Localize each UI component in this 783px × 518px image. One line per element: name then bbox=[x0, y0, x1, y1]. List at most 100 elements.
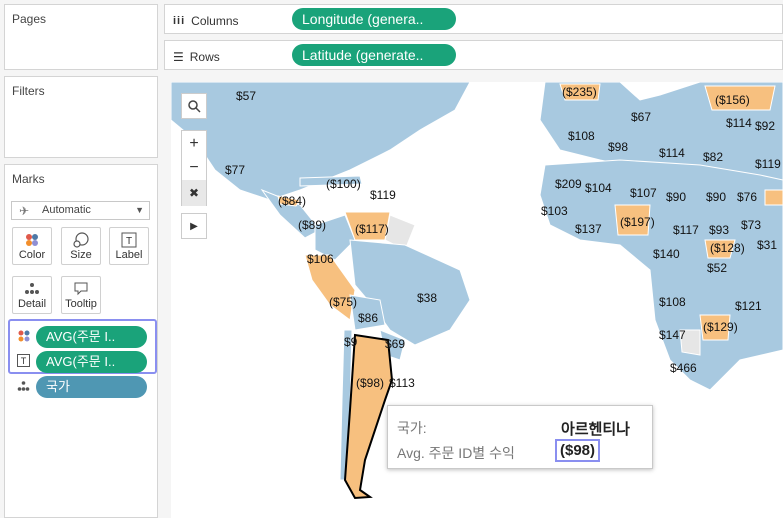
map-value-label: $107 bbox=[630, 186, 657, 200]
map-value-label: ($129) bbox=[703, 320, 738, 334]
map-value-label: $67 bbox=[631, 110, 652, 124]
size-circles-icon bbox=[62, 232, 100, 248]
rows-icon: ☰ bbox=[173, 50, 184, 64]
tooltip-row-country: 국가: 아르헨티나 bbox=[397, 418, 642, 438]
map-value-label: $117 bbox=[673, 223, 699, 237]
map-value-label: ($84) bbox=[278, 194, 307, 208]
label-button[interactable]: T Label bbox=[109, 227, 149, 265]
pin-reset-icon: ✖ bbox=[188, 186, 200, 200]
mark-type-label: Automatic bbox=[42, 204, 91, 216]
color-field-pill[interactable]: AVG(주문 I.. bbox=[36, 326, 147, 348]
columns-icon: iii bbox=[173, 15, 186, 27]
rows-label: Rows bbox=[189, 50, 220, 64]
map-value-label: $69 bbox=[385, 337, 406, 351]
detail-button[interactable]: Detail bbox=[12, 276, 52, 314]
zoom-in-button[interactable]: + bbox=[181, 130, 207, 156]
map-value-label: $113 bbox=[389, 376, 415, 390]
expand-toolbar-button[interactable]: ▶ bbox=[181, 213, 207, 239]
map-value-label: ($98) bbox=[356, 376, 385, 390]
filters-card[interactable]: Filters bbox=[4, 76, 158, 158]
label-button-label: Label bbox=[115, 249, 143, 261]
tooltip-button[interactable]: Tooltip bbox=[61, 276, 101, 314]
map-value-label: ($128) bbox=[710, 241, 745, 255]
map-value-label: $147 bbox=[659, 328, 686, 342]
detail-dots-icon bbox=[17, 380, 30, 396]
color-button-label: Color bbox=[18, 249, 46, 261]
pages-title: Pages bbox=[12, 12, 47, 26]
country-argentina bbox=[343, 333, 394, 500]
map-value-label: $76 bbox=[737, 190, 758, 204]
tooltip-country-value: 아르헨티나 bbox=[560, 421, 630, 438]
map-value-label: ($100) bbox=[326, 177, 361, 191]
map-value-label: $82 bbox=[703, 150, 724, 164]
size-button[interactable]: Size bbox=[61, 227, 101, 265]
svg-text:T: T bbox=[21, 356, 27, 366]
map-value-label: $108 bbox=[568, 129, 595, 143]
map-value-label: $114 bbox=[726, 116, 752, 130]
map-value-label: $57 bbox=[236, 89, 257, 103]
map-value-label: $77 bbox=[225, 163, 246, 177]
label-field-pill[interactable]: AVG(주문 I.. bbox=[36, 351, 147, 373]
tooltip-country-label: 국가: bbox=[397, 420, 427, 436]
speech-bubble-icon bbox=[62, 281, 100, 297]
latitude-pill[interactable]: Latitude (generate.. bbox=[292, 44, 456, 66]
map-value-label: $209 bbox=[555, 177, 582, 191]
map-value-label: $92 bbox=[755, 119, 776, 133]
map-value-label: $108 bbox=[659, 295, 686, 309]
rows-label-wrap: ☰ Rows bbox=[173, 50, 220, 64]
longitude-pill[interactable]: Longitude (genera.. bbox=[292, 8, 456, 30]
map-value-label: ($75) bbox=[329, 295, 358, 309]
map-value-label: $119 bbox=[370, 188, 396, 202]
map-value-label: ($156) bbox=[715, 93, 750, 107]
map-value-label: $38 bbox=[417, 291, 438, 305]
map-value-label: $103 bbox=[541, 204, 568, 218]
zoom-out-button[interactable]: − bbox=[181, 155, 207, 181]
map-value-label: ($89) bbox=[298, 218, 327, 232]
globe-icon: ✈ bbox=[19, 204, 30, 218]
map-value-label: ($235) bbox=[562, 85, 597, 99]
size-button-label: Size bbox=[70, 249, 92, 261]
filters-title: Filters bbox=[12, 84, 45, 98]
map-value-label: $98 bbox=[608, 140, 629, 154]
svg-text:T: T bbox=[126, 236, 132, 247]
map-value-label: $86 bbox=[358, 311, 379, 325]
columns-label: Columns bbox=[191, 14, 239, 28]
country-tooltip: 국가: 아르헨티나 Avg. 주문 ID별 수익 ($98) bbox=[387, 405, 653, 469]
map-value-label: ($117) bbox=[355, 222, 389, 236]
pages-card[interactable]: Pages bbox=[4, 4, 158, 70]
search-tool-button[interactable] bbox=[181, 93, 207, 119]
label-t-icon: T bbox=[17, 354, 30, 370]
map-value-label: $31 bbox=[757, 238, 778, 252]
map-value-label: $140 bbox=[653, 247, 680, 261]
map-value-label: $106 bbox=[307, 252, 334, 266]
mark-type-select[interactable]: ✈ Automatic ▼ bbox=[11, 201, 150, 220]
map-value-label: $104 bbox=[585, 181, 612, 195]
map-value-label: $114 bbox=[659, 146, 685, 160]
marks-title: Marks bbox=[12, 172, 45, 186]
map-value-label: $90 bbox=[706, 190, 727, 204]
map-value-label: ($197) bbox=[620, 215, 655, 229]
map-value-label: $121 bbox=[735, 299, 762, 313]
color-button[interactable]: Color bbox=[12, 227, 52, 265]
map-value-label: $119 bbox=[755, 157, 781, 171]
columns-shelf[interactable]: iii Columns Longitude (genera.. bbox=[164, 4, 783, 34]
play-arrow-icon: ▶ bbox=[190, 220, 198, 232]
map-value-label: $9 bbox=[344, 335, 358, 349]
detail-button-label: Detail bbox=[17, 298, 47, 310]
minus-icon: − bbox=[189, 159, 199, 176]
map-value-label: $93 bbox=[709, 223, 730, 237]
detail-field-pill[interactable]: 국가 bbox=[36, 376, 147, 398]
plus-icon: + bbox=[189, 134, 199, 152]
tooltip-profit-value: ($98) bbox=[555, 439, 601, 462]
columns-label-wrap: iii Columns bbox=[173, 14, 239, 28]
tooltip-row-profit: Avg. 주문 ID별 수익 ($98) bbox=[397, 439, 642, 463]
map-value-label: $466 bbox=[670, 361, 697, 375]
reset-map-button[interactable]: ✖ bbox=[181, 180, 207, 206]
rows-shelf[interactable]: ☰ Rows Latitude (generate.. bbox=[164, 40, 783, 70]
search-icon bbox=[188, 100, 201, 113]
label-t-icon: T bbox=[110, 232, 148, 248]
country-shape bbox=[764, 189, 783, 206]
map-value-label: $73 bbox=[741, 218, 762, 232]
tooltip-button-label: Tooltip bbox=[65, 298, 97, 310]
map-value-label: $52 bbox=[707, 261, 728, 275]
